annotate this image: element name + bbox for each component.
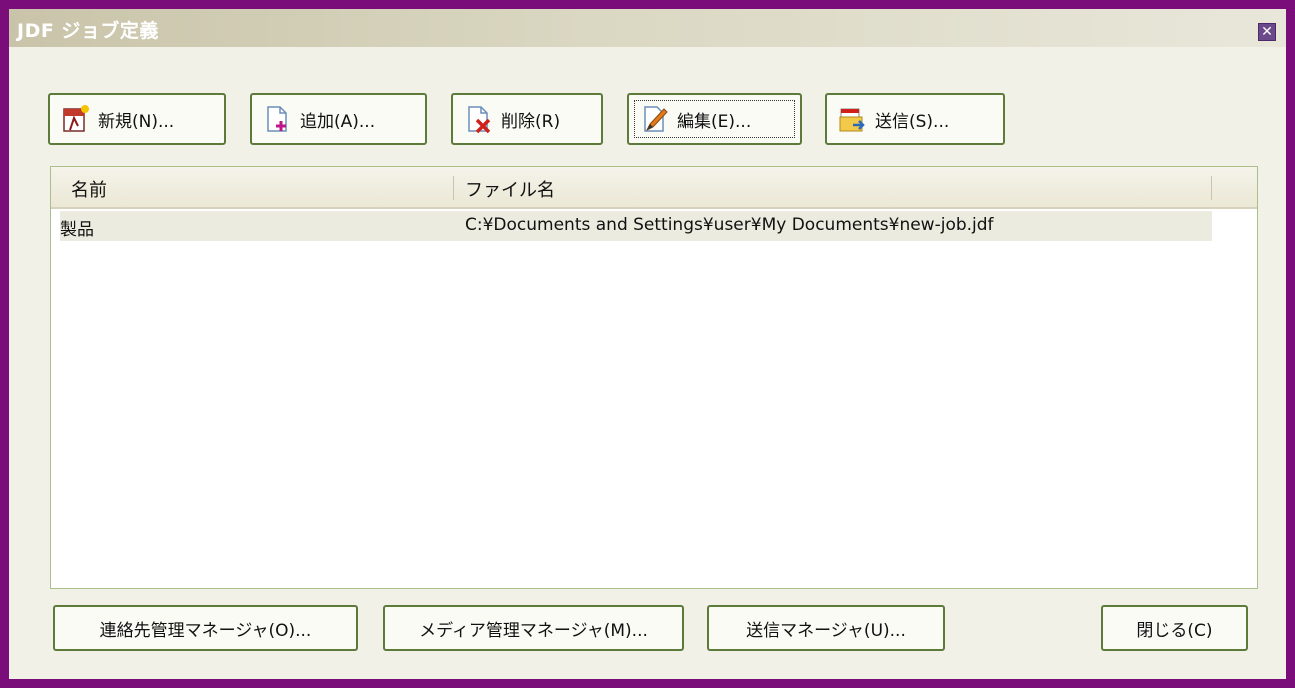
- edit-button-label: 編集(E)...: [677, 111, 752, 132]
- jdf-job-definition-dialog: JDF ジョブ定義 ✕ 新規(N)... 追加(A)... 削除(R) 編集(E…: [6, 6, 1289, 682]
- job-list[interactable]: 名前 ファイル名 製品 C:¥Documents and Settings¥us…: [50, 166, 1258, 589]
- job-name-cell: 製品: [60, 220, 94, 240]
- job-file-cell: C:¥Documents and Settings¥user¥My Docume…: [465, 215, 994, 235]
- send-button-label: 送信(S)...: [875, 111, 950, 132]
- new-button-label: 新規(N)...: [98, 111, 175, 132]
- column-separator[interactable]: [1211, 176, 1212, 200]
- add-button-label: 追加(A)...: [300, 111, 376, 132]
- media-manager-button[interactable]: メディア管理マネージャ(M)...: [383, 605, 684, 651]
- add-button[interactable]: 追加(A)...: [250, 93, 427, 145]
- window-title: JDF ジョブ定義: [17, 20, 159, 42]
- delete-button-label: 削除(R): [501, 111, 561, 132]
- edit-button[interactable]: 編集(E)...: [627, 93, 802, 145]
- title-bar[interactable]: JDF ジョブ定義 ✕: [9, 9, 1286, 47]
- column-header-name[interactable]: 名前: [71, 176, 107, 202]
- contacts-manager-button[interactable]: 連絡先管理マネージャ(O)...: [53, 605, 358, 651]
- send-manager-button[interactable]: 送信マネージャ(U)...: [707, 605, 945, 651]
- new-jdf-icon: [63, 105, 89, 132]
- delete-button[interactable]: 削除(R): [451, 93, 603, 145]
- new-button[interactable]: 新規(N)...: [48, 93, 226, 145]
- edit-pencil-icon: [644, 106, 668, 132]
- send-button[interactable]: 送信(S)...: [825, 93, 1005, 145]
- column-separator[interactable]: [453, 176, 454, 200]
- list-item[interactable]: 製品 C:¥Documents and Settings¥user¥My Doc…: [60, 211, 1212, 241]
- delete-document-icon: [468, 106, 491, 134]
- close-window-button[interactable]: ✕: [1258, 23, 1276, 41]
- add-document-icon: [267, 106, 287, 132]
- send-icon: [839, 108, 865, 132]
- column-header-filename[interactable]: ファイル名: [465, 176, 555, 202]
- close-button[interactable]: 閉じる(C): [1101, 605, 1248, 651]
- list-header: 名前 ファイル名: [51, 167, 1257, 209]
